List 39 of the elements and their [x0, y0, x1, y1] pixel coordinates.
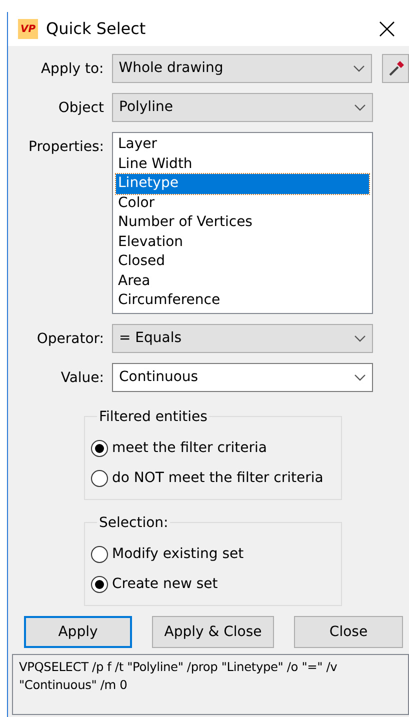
- app-logo: VP: [18, 19, 38, 39]
- pick-button[interactable]: [382, 54, 409, 83]
- radio-label: Create new set: [112, 574, 218, 594]
- list-item[interactable]: Color: [116, 194, 369, 213]
- dropdown[interactable]: = Equals: [112, 324, 373, 353]
- list-item[interactable]: Number of Vertices: [116, 213, 369, 232]
- radio-label: Modify existing set: [112, 544, 244, 564]
- radio-button[interactable]: [91, 440, 108, 456]
- list-item[interactable]: Area: [116, 272, 369, 291]
- list-item[interactable]: Closed: [116, 252, 369, 272]
- list-item[interactable]: Linetype: [116, 174, 369, 194]
- radio-button[interactable]: [91, 470, 108, 486]
- radio-label: meet the filter criteria: [112, 438, 267, 458]
- chevron-icon: [353, 64, 366, 72]
- field-label: Operator:: [36, 330, 104, 349]
- close-icon[interactable]: [379, 21, 395, 37]
- radio-button[interactable]: [91, 546, 108, 562]
- field-label: Object: [57, 99, 104, 118]
- list-item[interactable]: Circumference: [116, 291, 369, 310]
- action-button[interactable]: Apply: [24, 616, 132, 648]
- chevron-icon: [354, 334, 366, 342]
- command-text: VPQSELECT /p f /t "Polyline" /prop "Linetype" /o "=" /v "Continuous" /m 0: [12, 654, 409, 715]
- action-button[interactable]: Close: [294, 616, 403, 648]
- window-title: Quick Select: [46, 18, 147, 40]
- chevron-icon: [354, 104, 366, 112]
- field-label: Properties:: [28, 138, 104, 157]
- action-button[interactable]: Apply & Close: [152, 616, 274, 648]
- list-item[interactable]: Line Width: [116, 154, 369, 174]
- list-item[interactable]: Layer: [116, 135, 369, 154]
- field-label: Value:: [60, 369, 104, 388]
- value-combobox[interactable]: Continuous: [112, 363, 373, 392]
- dropdown[interactable]: Whole drawing: [112, 54, 372, 83]
- chevron-icon: [354, 374, 366, 382]
- field-label: Apply to:: [40, 60, 104, 79]
- dropdown[interactable]: Polyline: [112, 93, 373, 122]
- radio-label: do NOT meet the filter criteria: [112, 468, 324, 488]
- eyedropper-icon: [386, 60, 405, 78]
- radio-button[interactable]: [91, 576, 108, 592]
- list-item[interactable]: Elevation: [116, 232, 369, 252]
